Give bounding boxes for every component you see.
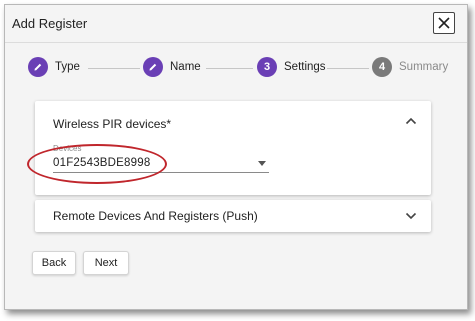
devices-select[interactable]: 01F2543BDE8998: [53, 154, 269, 173]
remote-devices-panel[interactable]: Remote Devices And Registers (Push): [35, 200, 431, 232]
step-settings-marker: 3: [257, 57, 277, 77]
chevron-down-icon[interactable]: [405, 212, 417, 220]
wireless-pir-panel-title: Wireless PIR devices*: [53, 117, 172, 131]
dropdown-arrow-icon: [258, 161, 266, 166]
step-type-marker: [28, 57, 48, 77]
step-connector: [327, 68, 369, 69]
pencil-icon: [149, 63, 157, 71]
close-button[interactable]: [433, 12, 455, 34]
step-summary[interactable]: 4 Summary: [372, 57, 448, 77]
back-button[interactable]: Back: [32, 251, 76, 275]
step-summary-label: Summary: [399, 61, 449, 73]
step-connector: [206, 68, 253, 69]
step-summary-marker: 4: [372, 57, 392, 77]
wireless-pir-panel: Wireless PIR devices* Devices 01F2543BDE…: [35, 101, 431, 195]
step-name-marker: [143, 57, 163, 77]
dialog-title: Add Register: [12, 16, 88, 31]
step-type[interactable]: Type: [28, 57, 80, 77]
title-divider: [5, 42, 467, 43]
step-name[interactable]: Name: [143, 57, 201, 77]
step-connector: [88, 68, 140, 69]
next-button[interactable]: Next: [83, 251, 129, 275]
devices-select-value: 01F2543BDE8998: [53, 157, 151, 169]
step-type-label: Type: [55, 61, 80, 73]
add-register-dialog: Add Register Type Name 3 Settings 4 Summ…: [4, 4, 468, 310]
step-settings-label: Settings: [284, 61, 326, 73]
step-name-label: Name: [170, 61, 201, 73]
pencil-icon: [34, 63, 42, 71]
devices-field-label: Devices: [53, 144, 82, 153]
wizard-stepper: Type Name 3 Settings 4 Summary: [5, 55, 467, 79]
remote-devices-panel-title: Remote Devices And Registers (Push): [53, 209, 258, 223]
close-icon: [438, 17, 450, 29]
dialog-titlebar: Add Register: [5, 5, 467, 41]
step-settings[interactable]: 3 Settings: [257, 57, 326, 77]
chevron-up-icon[interactable]: [405, 117, 417, 125]
